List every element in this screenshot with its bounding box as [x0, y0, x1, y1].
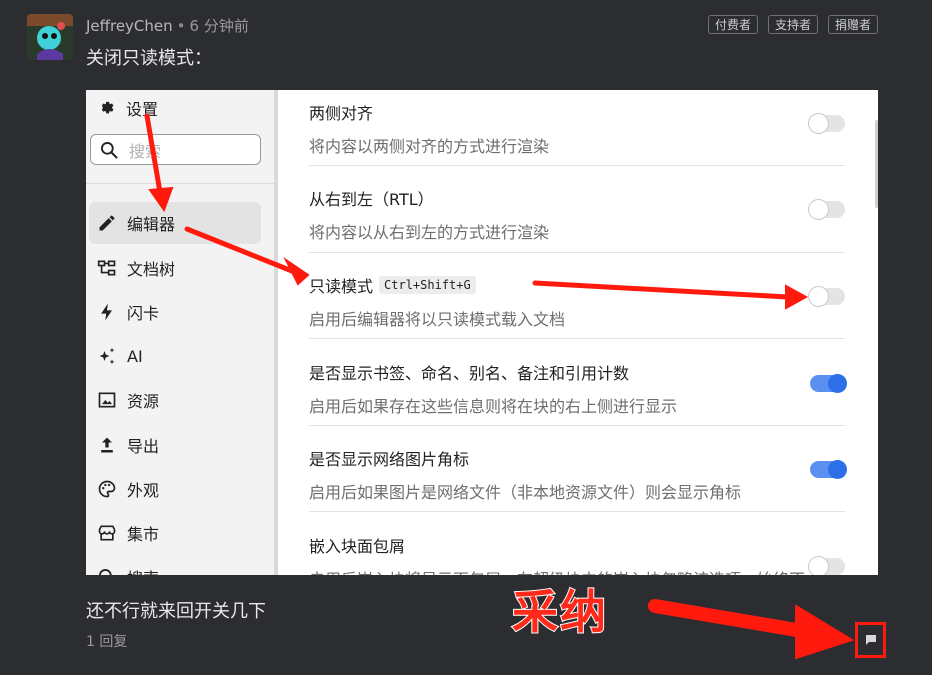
accept-button[interactable]	[855, 622, 886, 658]
setting-title: 嵌入块面包屑	[309, 537, 406, 556]
toggle-rtl[interactable]	[809, 200, 845, 219]
badge-donor: 捐赠者	[827, 15, 878, 34]
panel-scrollbar[interactable]	[875, 120, 878, 208]
sidebar-item-label: 外观	[127, 481, 160, 500]
setting-title: 只读模式 Ctrl+Shift+G	[309, 273, 845, 297]
sidebar-item-marketplace[interactable]: 集市	[89, 512, 261, 554]
settings-search-input[interactable]: 搜索	[90, 134, 261, 165]
post-text: 关闭只读模式：	[86, 48, 212, 69]
settings-header: 设置	[98, 96, 158, 120]
image-icon	[98, 392, 116, 408]
sidebar-item-label: 搜索	[127, 565, 159, 575]
setting-desc: 启用后编辑器将以只读模式载入文档	[309, 310, 566, 329]
setting-network-image: 是否显示网络图片角标 启用后如果图片是网络文件（非本地资源文件）则会显示角标	[309, 446, 845, 503]
sidebar-item-appearance[interactable]: 外观	[89, 468, 261, 510]
sidebar-item-editor[interactable]: 编辑器	[89, 202, 261, 244]
store-icon	[98, 525, 116, 541]
sidebar-item-label: 文档树	[127, 260, 176, 279]
settings-header-label: 设置	[126, 100, 159, 119]
gear-icon	[101, 101, 114, 114]
sidebar-item-search[interactable]: 搜索	[89, 556, 261, 575]
reply-count[interactable]: 1 回复	[86, 631, 127, 651]
palette-icon	[98, 480, 116, 498]
sidebar-item-label: 集市	[127, 525, 160, 544]
setting-title: 两侧对齐	[309, 104, 374, 123]
setting-divider	[309, 165, 845, 166]
sidebar-item-label: 导出	[127, 437, 160, 456]
author-name[interactable]: JeffreyChen	[86, 17, 173, 35]
arrow-to-accept	[648, 599, 827, 641]
sidebar-item-label: 资源	[127, 392, 160, 411]
sidebar-item-label: 编辑器	[127, 215, 176, 234]
lightning-icon	[101, 303, 112, 321]
upload-icon	[101, 437, 113, 453]
setting-desc: 将内容以从右到左的方式进行渲染	[309, 223, 550, 242]
sidebar-item-ai[interactable]: AI	[89, 335, 261, 377]
accept-annotation-label: 采纳	[511, 584, 608, 640]
sidebar-item-export[interactable]: 导出	[89, 424, 261, 466]
settings-panel: 两侧对齐 将内容以两侧对齐的方式进行渲染 从右到左（RTL） 将内容以从右到左的…	[278, 90, 878, 575]
meta-separator: •	[176, 17, 186, 35]
shortcut-badge: Ctrl+Shift+G	[379, 276, 476, 294]
sidebar-item-flashcard[interactable]: 闪卡	[89, 291, 261, 333]
sidebar-item-doc-tree[interactable]: 文档树	[89, 247, 261, 289]
setting-divider	[309, 338, 845, 339]
toggle-block-info[interactable]	[810, 374, 847, 393]
setting-block-info: 是否显示书签、命名、别名、备注和引用计数 启用后如果存在这些信息则将在块的右上侧…	[309, 360, 845, 417]
sidebar-item-label: AI	[127, 346, 143, 366]
setting-title: 是否显示网络图片角标	[309, 450, 470, 469]
search-placeholder: 搜索	[129, 141, 162, 161]
setting-divider	[309, 511, 845, 512]
setting-desc: 将内容以两侧对齐的方式进行渲染	[309, 137, 550, 156]
setting-desc: 启用后如果存在这些信息则将在块的右上侧进行显示	[309, 397, 678, 416]
sparkle-icon	[99, 347, 115, 365]
setting-rtl: 从右到左（RTL） 将内容以从右到左的方式进行渲染	[309, 186, 845, 243]
setting-divider	[309, 425, 845, 426]
settings-sidebar: 设置 搜索 编辑器 文档树 闪卡 AI 资源 导出 外观 集市	[86, 90, 278, 575]
toggle-justify[interactable]	[809, 114, 845, 133]
avatar[interactable]	[27, 14, 73, 60]
setting-title: 从右到左（RTL）	[309, 190, 434, 209]
post-meta: JeffreyChen • 6 分钟前	[86, 15, 249, 36]
toggle-readonly[interactable]	[809, 287, 845, 306]
search-icon	[99, 569, 112, 575]
setting-desc: 启用后如果图片是网络文件（非本地资源文件）则会显示角标	[309, 483, 742, 502]
sidebar-item-assets[interactable]: 资源	[89, 379, 261, 421]
toggle-embed-breadcrumb[interactable]	[809, 557, 845, 575]
badge-list: 付费者 支持者 捐赠者	[707, 15, 878, 34]
setting-desc: 启用后嵌入块将显示面包屑，在超级块中的嵌入块忽略该选项，始终不	[309, 566, 845, 575]
setting-title: 是否显示书签、命名、别名、备注和引用计数	[309, 364, 630, 383]
pencil-icon	[99, 215, 115, 231]
setting-justify: 两侧对齐 将内容以两侧对齐的方式进行渲染	[309, 100, 845, 157]
badge-paid: 付费者	[707, 15, 758, 34]
sidebar-item-label: 闪卡	[127, 304, 160, 323]
doc-tree-icon	[97, 260, 116, 276]
toggle-network-image[interactable]	[810, 460, 847, 479]
search-icon	[101, 141, 118, 158]
post-time: 6 分钟前	[189, 17, 249, 35]
setting-readonly: 只读模式 Ctrl+Shift+G 启用后编辑器将以只读模式载入文档	[309, 273, 845, 330]
badge-supporter: 支持者	[767, 15, 818, 34]
setting-embed-breadcrumb: 嵌入块面包屑 启用后嵌入块将显示面包屑，在超级块中的嵌入块忽略该选项，始终不	[309, 533, 845, 575]
reply-text: 还不行就来回开关几下	[86, 601, 266, 622]
settings-screenshot: 设置 搜索 编辑器 文档树 闪卡 AI 资源 导出 外观 集市 两侧对齐 将内容…	[86, 90, 878, 575]
setting-divider	[309, 252, 845, 253]
flag-icon	[865, 635, 876, 645]
sidebar-divider	[86, 183, 274, 184]
